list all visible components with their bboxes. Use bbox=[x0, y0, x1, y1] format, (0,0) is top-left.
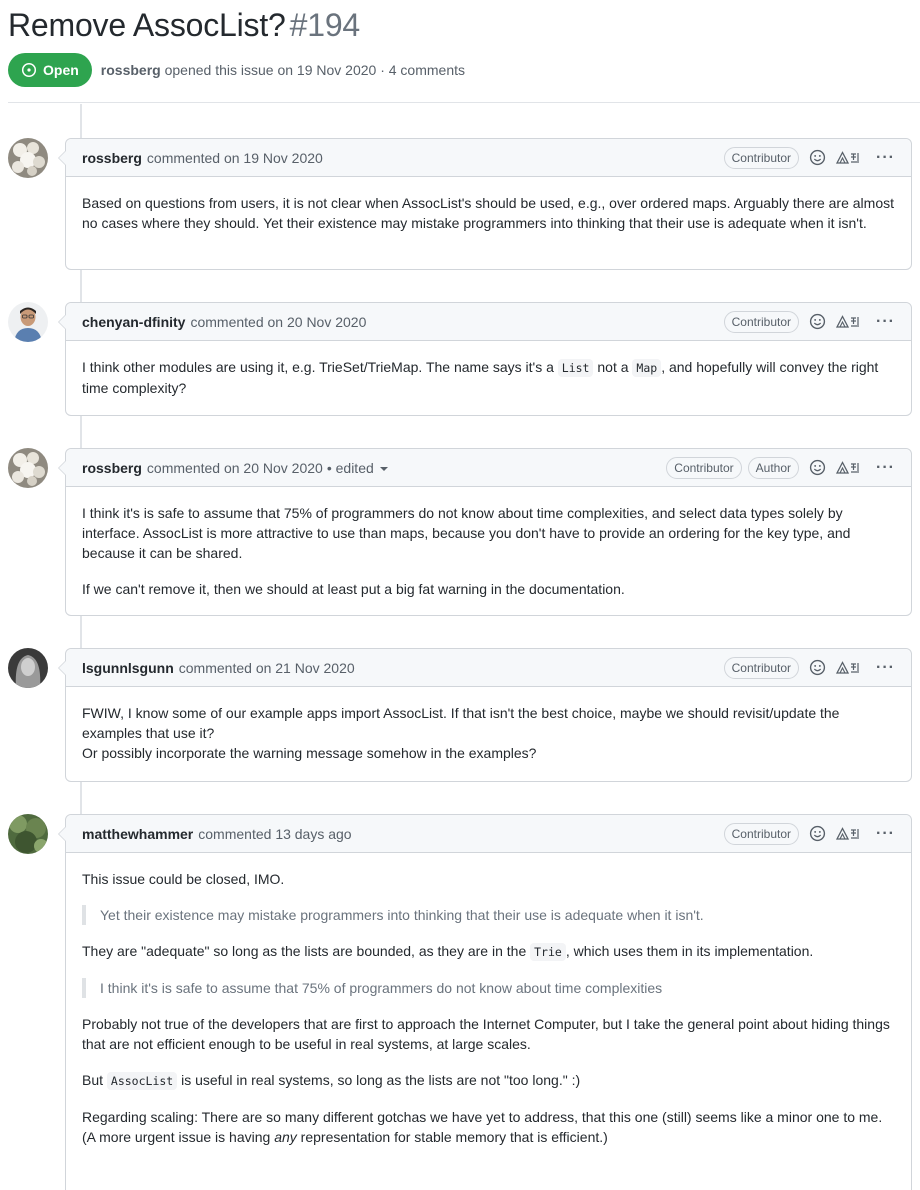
blockquote: I think it's is safe to assume that 75% … bbox=[82, 978, 895, 998]
caret-down-icon bbox=[379, 466, 388, 471]
contributor-badge: Contributor bbox=[723, 310, 800, 333]
issue-meta-text: rossberg opened this issue on 19 Nov 202… bbox=[100, 62, 465, 78]
comment: rossberg commented on 19 Nov 2020 Contri… bbox=[0, 138, 912, 270]
avatar[interactable] bbox=[8, 648, 48, 688]
inline-code: Map bbox=[632, 359, 662, 377]
comment-author[interactable]: chenyan-dfinity bbox=[82, 314, 185, 330]
comment-header: matthewhammer commented 13 days ago Cont… bbox=[66, 815, 911, 853]
comment-timestamp[interactable]: commented on 21 Nov 2020 bbox=[179, 660, 355, 676]
author-badge: Author bbox=[747, 456, 800, 479]
edited-dropdown[interactable]: • edited bbox=[327, 460, 388, 476]
comment-header: rossberg commented on 20 Nov 2020 • edit… bbox=[66, 449, 911, 487]
comment: rossberg commented on 20 Nov 2020 • edit… bbox=[0, 448, 912, 616]
smiley-icon[interactable] bbox=[809, 825, 826, 842]
comment-header: rossberg commented on 19 Nov 2020 Contri… bbox=[66, 139, 911, 177]
comment-paragraph: I think it's is safe to assume that 75% … bbox=[82, 505, 851, 561]
comment-body: I think other modules are using it, e.g.… bbox=[66, 341, 911, 412]
comment-paragraph: If we can't remove it, then we should at… bbox=[82, 581, 625, 597]
comment-author[interactable]: rossberg bbox=[82, 460, 142, 476]
blockquote: Yet their existence may mistake programm… bbox=[82, 905, 895, 925]
smiley-icon[interactable] bbox=[809, 313, 826, 330]
comment-paragraph: Regarding scaling: There are so many dif… bbox=[82, 1109, 883, 1145]
avatar[interactable] bbox=[8, 138, 48, 178]
issue-author-link[interactable]: rossberg bbox=[101, 62, 161, 78]
comment-author[interactable]: lsgunnlsgunn bbox=[82, 660, 174, 676]
issue-opened-icon bbox=[21, 62, 37, 78]
comment-box: rossberg commented on 19 Nov 2020 Contri… bbox=[58, 138, 912, 270]
comment-timestamp[interactable]: commented 13 days ago bbox=[198, 826, 351, 842]
comment-box: chenyan-dfinity commented on 20 Nov 2020… bbox=[58, 302, 912, 416]
comment-paragraph: But AssocList is useful in real systems,… bbox=[82, 1072, 581, 1090]
inline-code: AssocList bbox=[106, 1072, 178, 1090]
translate-icon[interactable] bbox=[836, 150, 862, 166]
comment-timestamp[interactable]: commented on 20 Nov 2020 bbox=[190, 314, 366, 330]
issue-title-row: Remove AssocList? #194 bbox=[8, 4, 360, 48]
comment-header: lsgunnlsgunn commented on 21 Nov 2020 Co… bbox=[66, 649, 911, 687]
comment-paragraph: I think other modules are using it, e.g.… bbox=[82, 359, 879, 396]
issue-number: #194 bbox=[289, 7, 361, 43]
more-options-icon[interactable]: ··· bbox=[876, 313, 895, 329]
translate-icon[interactable] bbox=[836, 826, 862, 842]
comment-paragraph: This issue could be closed, IMO. bbox=[82, 871, 285, 887]
issue-meta: Open rossberg opened this issue on 19 No… bbox=[8, 52, 465, 88]
comment-box: matthewhammer commented 13 days ago Cont… bbox=[58, 814, 912, 1190]
inline-code: List bbox=[557, 359, 594, 377]
comment-header: chenyan-dfinity commented on 20 Nov 2020… bbox=[66, 303, 911, 341]
more-options-icon[interactable]: ··· bbox=[876, 149, 895, 165]
avatar[interactable] bbox=[8, 814, 48, 854]
comment-paragraph: They are "adequate" so long as the lists… bbox=[82, 943, 814, 961]
smiley-icon[interactable] bbox=[809, 149, 826, 166]
comment: chenyan-dfinity commented on 20 Nov 2020… bbox=[0, 302, 912, 416]
comment-paragraph: Probably not true of the developers that… bbox=[82, 1016, 890, 1052]
comment-body: This issue could be closed, IMO. Yet the… bbox=[66, 853, 911, 1161]
more-options-icon[interactable]: ··· bbox=[876, 659, 895, 675]
comment: matthewhammer commented 13 days ago Cont… bbox=[0, 814, 912, 1190]
comment-author[interactable]: matthewhammer bbox=[82, 826, 193, 842]
smiley-icon[interactable] bbox=[809, 659, 826, 676]
comment-body: I think it's is safe to assume that 75% … bbox=[66, 487, 911, 613]
translate-icon[interactable] bbox=[836, 660, 862, 676]
status-label: Open bbox=[43, 62, 79, 78]
comment-timestamp[interactable]: commented on 20 Nov 2020 bbox=[147, 460, 323, 476]
contributor-badge: Contributor bbox=[723, 656, 800, 679]
more-options-icon[interactable]: ··· bbox=[876, 459, 895, 475]
smiley-icon[interactable] bbox=[809, 459, 826, 476]
contributor-badge: Contributor bbox=[723, 146, 800, 169]
status-badge: Open bbox=[8, 53, 92, 87]
translate-icon[interactable] bbox=[836, 314, 862, 330]
avatar[interactable] bbox=[8, 448, 48, 488]
contributor-badge: Contributor bbox=[666, 456, 742, 479]
comment-author[interactable]: rossberg bbox=[82, 150, 142, 166]
translate-icon[interactable] bbox=[836, 460, 862, 476]
comment-timestamp[interactable]: commented on 19 Nov 2020 bbox=[147, 150, 323, 166]
more-options-icon[interactable]: ··· bbox=[876, 825, 895, 841]
header-divider bbox=[8, 102, 920, 103]
avatar[interactable] bbox=[8, 302, 48, 342]
comment: lsgunnlsgunn commented on 21 Nov 2020 Co… bbox=[0, 648, 912, 782]
comment-body: Based on questions from users, it is not… bbox=[66, 177, 911, 247]
comment-box: rossberg commented on 20 Nov 2020 • edit… bbox=[58, 448, 912, 616]
comment-box: lsgunnlsgunn commented on 21 Nov 2020 Co… bbox=[58, 648, 912, 782]
issue-title: Remove AssocList? #194 bbox=[8, 7, 361, 43]
comment-paragraph: Based on questions from users, it is not… bbox=[82, 195, 894, 231]
contributor-badge: Contributor bbox=[723, 822, 800, 845]
inline-code: Trie bbox=[530, 943, 566, 961]
comment-paragraph: FWIW, I know some of our example apps im… bbox=[82, 705, 840, 761]
comment-body: FWIW, I know some of our example apps im… bbox=[66, 687, 911, 777]
